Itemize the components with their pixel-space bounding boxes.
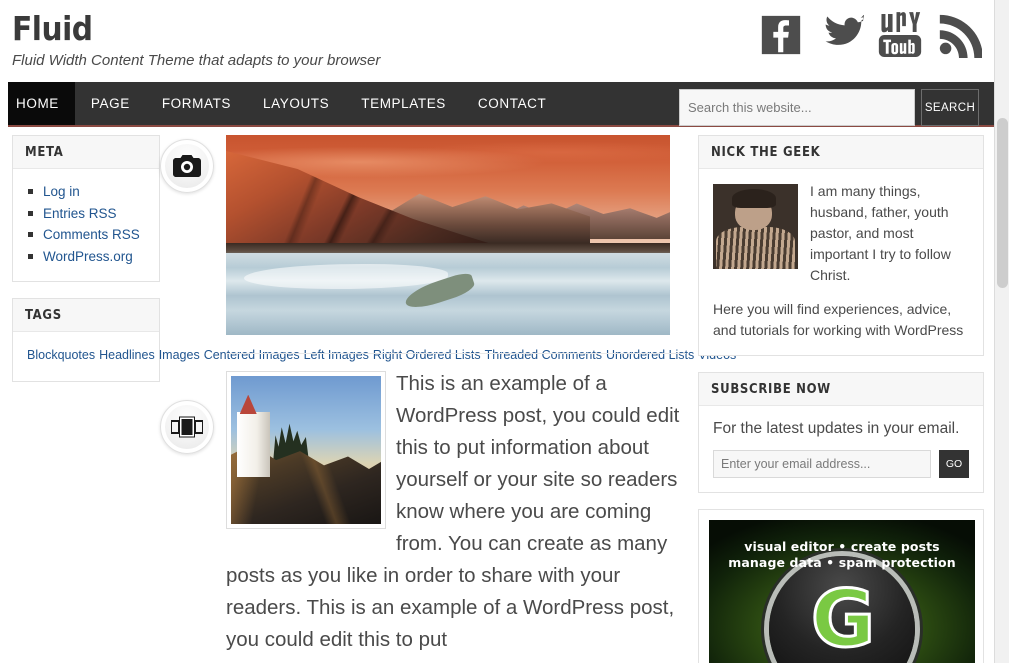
list-item[interactable]: WordPress.org [27,246,145,268]
site-header: Fluid Fluid Width Content Theme that ada… [0,0,994,82]
widget-about: NICK THE GEEK I am many things, husband,… [698,135,984,356]
camera-icon [173,155,201,177]
browser-viewport: Fluid Fluid Width Content Theme that ada… [0,0,1009,663]
meta-link-wordpress-org[interactable]: WordPress.org [43,249,133,264]
meta-link-comments-rss[interactable]: Comments RSS [43,227,140,242]
gravity-logo: G GRAVITY [769,556,915,663]
avatar-hair [731,189,776,208]
meta-link-entries-rss[interactable]: Entries RSS [43,206,117,221]
tag-link[interactable]: Blockquotes [27,348,95,362]
sidebar-right: NICK THE GEEK I am many things, husband,… [698,135,994,663]
avatar [713,184,798,269]
social-icons [758,12,982,58]
photo-frozen-lake [226,253,670,335]
widget-tags-body: Blockquotes Headlines Images Centered Image… [13,332,736,381]
youtube-icon[interactable] [878,12,922,58]
scrollbar-thumb[interactable] [997,118,1008,288]
vertical-scrollbar[interactable] [994,0,1009,663]
facebook-icon[interactable] [758,12,804,58]
gravity-logo-letter: G [809,575,876,663]
widget-about-title: NICK THE GEEK [699,136,983,169]
twitter-icon[interactable] [818,15,864,55]
nav-item-page[interactable]: PAGE [75,82,146,125]
nav-item-home[interactable]: HOME [0,82,75,125]
tag-link[interactable]: Images [159,348,200,362]
nav-menu: HOME PAGE FORMATS LAYOUTS TEMPLATES CONT… [0,82,562,125]
sidebar-left: META Log in Entries RSS Comments RSS Wor… [0,135,736,661]
widget-subscribe-title: SUBSCRIBE NOW [699,373,983,406]
list-item[interactable]: Log in [27,181,145,203]
post-divider [226,353,686,354]
widget-meta: META Log in Entries RSS Comments RSS Wor… [12,135,160,282]
tag-link[interactable]: Headlines [99,348,155,362]
subscribe-form: GO [713,450,969,478]
nav-item-contact[interactable]: CONTACT [462,82,562,125]
meta-link-login[interactable]: Log in [43,184,80,199]
widget-tags: TAGS Blockquotes Headlines Images Centered … [12,298,736,382]
subscribe-go-button[interactable]: GO [939,450,969,478]
featured-photo[interactable] [226,135,670,335]
rss-icon[interactable] [936,12,982,58]
post-thumbnail[interactable] [226,371,386,529]
post-format-badge-image[interactable] [160,139,214,193]
primary-navigation: HOME PAGE FORMATS LAYOUTS TEMPLATES CONT… [0,82,994,127]
widget-meta-title: META [13,136,159,169]
widget-subscribe: SUBSCRIBE NOW For the latest updates in … [698,372,984,493]
gravity-forms-ad[interactable]: visual editor • create posts manage data… [709,520,975,663]
tag-cloud: Blockquotes Headlines Images Centered Image… [27,344,736,367]
search-input[interactable] [679,89,915,126]
post-gallery-format: This is an example of a WordPress post, … [226,368,686,656]
nav-item-formats[interactable]: FORMATS [146,82,247,125]
gallery-icon [171,416,203,438]
widget-meta-body: Log in Entries RSS Comments RSS WordPres… [13,169,159,281]
email-field[interactable] [713,450,931,478]
post-format-badge-gallery[interactable] [160,400,214,454]
ad-tagline-line-2: manage data • spam protection [728,555,956,570]
avatar-shirt [716,226,795,269]
nav-item-layouts[interactable]: LAYOUTS [247,82,345,125]
meta-link-list: Log in Entries RSS Comments RSS WordPres… [27,181,145,267]
page-root: Fluid Fluid Width Content Theme that ada… [0,0,994,663]
list-item[interactable]: Entries RSS [27,203,145,225]
ad-tagline: visual editor • create posts manage data… [709,520,975,571]
nav-item-templates[interactable]: TEMPLATES [345,82,462,125]
page-left-edge [0,0,8,663]
thumbnail-artwork [231,376,381,524]
content-wrapper: META Log in Entries RSS Comments RSS Wor… [0,127,994,663]
search-form: SEARCH [679,89,979,126]
widget-subscribe-body: For the latest updates in your email. GO [699,406,983,492]
post-image-format [226,135,686,354]
widget-about-body: I am many things, husband, father, youth… [699,169,983,355]
thumbnail-lighthouse [237,411,270,477]
main-content: This is an example of a WordPress post, … [160,135,686,661]
about-paragraph-2: Here you will find experiences, advice, … [713,301,964,338]
subscribe-description: For the latest updates in your email. [713,420,960,437]
widget-advertisement: visual editor • create posts manage data… [698,509,984,663]
list-item[interactable]: Comments RSS [27,224,145,246]
post-body: This is an example of a WordPress post, … [226,368,686,656]
widget-tags-title: TAGS [13,299,159,332]
ad-tagline-line-1: visual editor • create posts [744,539,940,554]
search-button[interactable]: SEARCH [921,89,979,126]
